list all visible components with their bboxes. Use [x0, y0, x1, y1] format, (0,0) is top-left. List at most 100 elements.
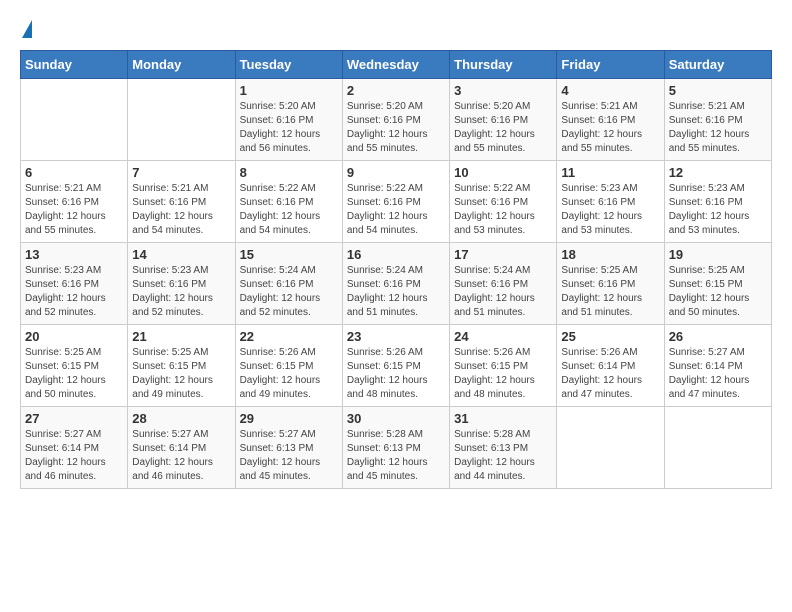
calendar-cell: 30 Sunrise: 5:28 AM Sunset: 6:13 PM Dayli… [342, 407, 449, 489]
day-number: 29 [240, 411, 338, 426]
day-of-week-header: Thursday [450, 51, 557, 79]
day-of-week-header: Friday [557, 51, 664, 79]
day-info: Sunrise: 5:22 AM Sunset: 6:16 PM Dayligh… [240, 182, 338, 238]
day-number: 3 [454, 83, 552, 98]
day-number: 11 [561, 165, 659, 180]
day-of-week-header: Tuesday [235, 51, 342, 79]
day-number: 17 [454, 247, 552, 262]
calendar-cell: 11Sunrise: 5:23 AM Sunset: 6:16 PM Dayli… [557, 161, 664, 243]
calendar-cell: 16 Sunrise: 5:24 AM Sunset: 6:16 PM Dayli… [342, 243, 449, 325]
day-info: Sunrise: 5:22 AM Sunset: 6:16 PM Dayligh… [454, 182, 552, 238]
day-info: Sunrise: 5:26 AM Sunset: 6:14 PM Dayligh… [561, 346, 659, 402]
day-info: Sunrise: 5:26 AM Sunset: 6:15 PM Dayligh… [347, 346, 445, 402]
day-info: Sunrise: 5:21 AM Sunset: 6:16 PM Dayligh… [669, 100, 767, 156]
calendar-cell: 20 Sunrise: 5:25 AM Sunset: 6:15 PM Dayli… [21, 325, 128, 407]
day-number: 15 [240, 247, 338, 262]
day-number: 23 [347, 329, 445, 344]
calendar-cell: 10 Sunrise: 5:22 AM Sunset: 6:16 PM Dayli… [450, 161, 557, 243]
day-number: 25 [561, 329, 659, 344]
day-info: Sunrise: 5:25 AM Sunset: 6:16 PM Dayligh… [561, 264, 659, 320]
day-info: Sunrise: 5:25 AM Sunset: 6:15 PM Dayligh… [669, 264, 767, 320]
day-info: Sunrise: 5:23 AM Sunset: 6:16 PM Dayligh… [25, 264, 123, 320]
calendar-cell: 19 Sunrise: 5:25 AM Sunset: 6:15 PM Dayli… [664, 243, 771, 325]
day-info: Sunrise: 5:28 AM Sunset: 6:13 PM Dayligh… [454, 428, 552, 484]
calendar-cell: 23 Sunrise: 5:26 AM Sunset: 6:15 PM Dayli… [342, 325, 449, 407]
day-number: 19 [669, 247, 767, 262]
day-info: Sunrise: 5:22 AM Sunset: 6:16 PM Dayligh… [347, 182, 445, 238]
page-header [20, 20, 772, 40]
day-info: Sunrise: 5:25 AM Sunset: 6:15 PM Dayligh… [132, 346, 230, 402]
day-number: 31 [454, 411, 552, 426]
day-number: 20 [25, 329, 123, 344]
calendar-cell [557, 407, 664, 489]
day-number: 16 [347, 247, 445, 262]
day-info: Sunrise: 5:20 AM Sunset: 6:16 PM Dayligh… [240, 100, 338, 156]
calendar-header-row: SundayMondayTuesdayWednesdayThursdayFrid… [21, 51, 772, 79]
calendar-cell: 28 Sunrise: 5:27 AM Sunset: 6:14 PM Dayli… [128, 407, 235, 489]
day-number: 8 [240, 165, 338, 180]
calendar-week-row: 13Sunrise: 5:23 AM Sunset: 6:16 PM Dayli… [21, 243, 772, 325]
calendar-cell: 15Sunrise: 5:24 AM Sunset: 6:16 PM Dayli… [235, 243, 342, 325]
day-number: 6 [25, 165, 123, 180]
calendar-cell: 27 Sunrise: 5:27 AM Sunset: 6:14 PM Dayli… [21, 407, 128, 489]
day-number: 14 [132, 247, 230, 262]
calendar-cell: 26Sunrise: 5:27 AM Sunset: 6:14 PM Dayli… [664, 325, 771, 407]
day-number: 28 [132, 411, 230, 426]
day-info: Sunrise: 5:23 AM Sunset: 6:16 PM Dayligh… [132, 264, 230, 320]
calendar-week-row: 20 Sunrise: 5:25 AM Sunset: 6:15 PM Dayli… [21, 325, 772, 407]
calendar-cell: 21 Sunrise: 5:25 AM Sunset: 6:15 PM Dayli… [128, 325, 235, 407]
day-of-week-header: Sunday [21, 51, 128, 79]
day-number: 12 [669, 165, 767, 180]
calendar-cell: 2 Sunrise: 5:20 AM Sunset: 6:16 PM Daylig… [342, 79, 449, 161]
day-info: Sunrise: 5:21 AM Sunset: 6:16 PM Dayligh… [25, 182, 123, 238]
day-info: Sunrise: 5:20 AM Sunset: 6:16 PM Dayligh… [347, 100, 445, 156]
day-of-week-header: Monday [128, 51, 235, 79]
day-number: 1 [240, 83, 338, 98]
calendar-week-row: 1 Sunrise: 5:20 AM Sunset: 6:16 PM Daylig… [21, 79, 772, 161]
calendar-cell: 8 Sunrise: 5:22 AM Sunset: 6:16 PM Daylig… [235, 161, 342, 243]
calendar-week-row: 6 Sunrise: 5:21 AM Sunset: 6:16 PM Daylig… [21, 161, 772, 243]
day-info: Sunrise: 5:20 AM Sunset: 6:16 PM Dayligh… [454, 100, 552, 156]
calendar-table: SundayMondayTuesdayWednesdayThursdayFrid… [20, 50, 772, 489]
calendar-cell: 3 Sunrise: 5:20 AM Sunset: 6:16 PM Daylig… [450, 79, 557, 161]
calendar-cell: 5 Sunrise: 5:21 AM Sunset: 6:16 PM Daylig… [664, 79, 771, 161]
calendar-cell: 6 Sunrise: 5:21 AM Sunset: 6:16 PM Daylig… [21, 161, 128, 243]
calendar-cell: 1 Sunrise: 5:20 AM Sunset: 6:16 PM Daylig… [235, 79, 342, 161]
day-of-week-header: Wednesday [342, 51, 449, 79]
calendar-cell: 24 Sunrise: 5:26 AM Sunset: 6:15 PM Dayli… [450, 325, 557, 407]
day-number: 27 [25, 411, 123, 426]
calendar-cell: 4 Sunrise: 5:21 AM Sunset: 6:16 PM Daylig… [557, 79, 664, 161]
calendar-cell: 22 Sunrise: 5:26 AM Sunset: 6:15 PM Dayli… [235, 325, 342, 407]
day-number: 18 [561, 247, 659, 262]
day-info: Sunrise: 5:27 AM Sunset: 6:14 PM Dayligh… [25, 428, 123, 484]
day-info: Sunrise: 5:24 AM Sunset: 6:16 PM Dayligh… [454, 264, 552, 320]
logo [20, 20, 32, 40]
calendar-cell: 25 Sunrise: 5:26 AM Sunset: 6:14 PM Dayli… [557, 325, 664, 407]
day-info: Sunrise: 5:26 AM Sunset: 6:15 PM Dayligh… [240, 346, 338, 402]
day-number: 10 [454, 165, 552, 180]
day-info: Sunrise: 5:21 AM Sunset: 6:16 PM Dayligh… [561, 100, 659, 156]
calendar-cell: 17 Sunrise: 5:24 AM Sunset: 6:16 PM Dayli… [450, 243, 557, 325]
day-number: 30 [347, 411, 445, 426]
calendar-cell: 31 Sunrise: 5:28 AM Sunset: 6:13 PM Dayli… [450, 407, 557, 489]
calendar-cell: 7Sunrise: 5:21 AM Sunset: 6:16 PM Daylig… [128, 161, 235, 243]
calendar-cell: 12 Sunrise: 5:23 AM Sunset: 6:16 PM Dayli… [664, 161, 771, 243]
day-info: Sunrise: 5:25 AM Sunset: 6:15 PM Dayligh… [25, 346, 123, 402]
day-info: Sunrise: 5:27 AM Sunset: 6:14 PM Dayligh… [132, 428, 230, 484]
day-info: Sunrise: 5:28 AM Sunset: 6:13 PM Dayligh… [347, 428, 445, 484]
day-number: 22 [240, 329, 338, 344]
day-number: 4 [561, 83, 659, 98]
day-info: Sunrise: 5:24 AM Sunset: 6:16 PM Dayligh… [347, 264, 445, 320]
day-number: 24 [454, 329, 552, 344]
day-info: Sunrise: 5:27 AM Sunset: 6:13 PM Dayligh… [240, 428, 338, 484]
day-of-week-header: Saturday [664, 51, 771, 79]
day-info: Sunrise: 5:26 AM Sunset: 6:15 PM Dayligh… [454, 346, 552, 402]
calendar-cell: 29 Sunrise: 5:27 AM Sunset: 6:13 PM Dayli… [235, 407, 342, 489]
day-info: Sunrise: 5:23 AM Sunset: 6:16 PM Dayligh… [669, 182, 767, 238]
calendar-cell: 9Sunrise: 5:22 AM Sunset: 6:16 PM Daylig… [342, 161, 449, 243]
day-number: 21 [132, 329, 230, 344]
calendar-cell: 18 Sunrise: 5:25 AM Sunset: 6:16 PM Dayli… [557, 243, 664, 325]
day-number: 5 [669, 83, 767, 98]
day-number: 2 [347, 83, 445, 98]
calendar-cell [21, 79, 128, 161]
